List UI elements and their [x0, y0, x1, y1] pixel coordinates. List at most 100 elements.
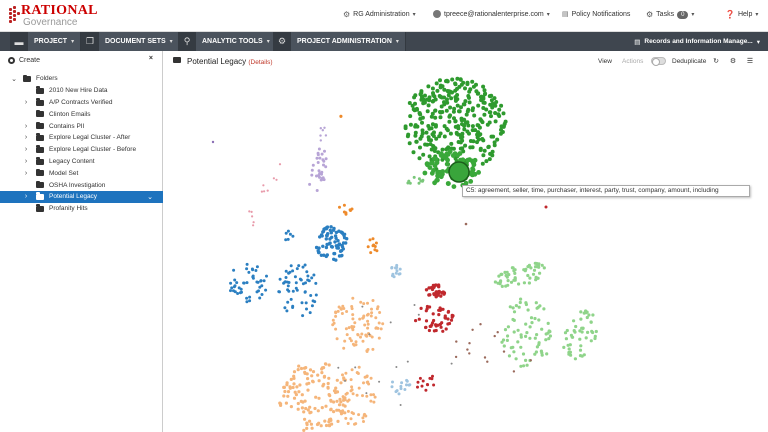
cluster-point[interactable] [332, 410, 336, 414]
cluster-point[interactable] [533, 336, 537, 340]
cluster-point[interactable] [346, 422, 350, 425]
cluster-point[interactable] [506, 283, 510, 287]
cluster-point[interactable] [523, 269, 527, 273]
cluster-point[interactable] [448, 105, 453, 110]
cluster-point[interactable] [500, 284, 504, 288]
cluster-point[interactable] [408, 114, 413, 119]
cluster-point[interactable] [391, 380, 394, 384]
expand-chevron-icon[interactable]: › [22, 134, 30, 141]
cluster-point[interactable] [482, 148, 487, 153]
cluster-point[interactable] [417, 317, 421, 321]
tree-item[interactable]: Profanity Hits [0, 203, 163, 215]
cluster-point[interactable] [440, 147, 445, 152]
cluster-point[interactable] [342, 236, 347, 240]
cluster-point[interactable] [413, 93, 418, 98]
cluster-point[interactable] [295, 267, 299, 271]
cluster-point[interactable] [428, 324, 432, 328]
create-gear-icon[interactable] [8, 56, 15, 64]
cluster-point[interactable] [426, 124, 431, 128]
cluster-point[interactable] [499, 124, 504, 129]
cluster-point[interactable] [519, 345, 523, 349]
cluster-point[interactable] [522, 281, 526, 285]
cluster-point[interactable] [526, 265, 530, 269]
cluster-point[interactable] [490, 149, 495, 154]
cluster-point[interactable] [308, 405, 312, 409]
view-menu[interactable]: View [598, 58, 612, 65]
cluster-point[interactable] [245, 262, 249, 266]
cluster-point[interactable] [455, 152, 461, 158]
cluster-point[interactable] [511, 317, 515, 322]
cluster-point[interactable] [342, 203, 346, 207]
cluster-point[interactable] [439, 325, 443, 329]
cluster-point[interactable] [342, 346, 346, 350]
cluster-point[interactable] [447, 114, 452, 119]
cluster-point[interactable] [403, 388, 407, 391]
cluster-point[interactable] [252, 221, 255, 224]
cluster-point[interactable] [356, 333, 360, 336]
cluster-point[interactable] [351, 313, 355, 317]
cluster-point[interactable] [427, 165, 433, 170]
cluster-point[interactable] [305, 421, 309, 425]
cluster-point[interactable] [438, 174, 444, 180]
cluster-point[interactable] [250, 210, 253, 213]
cluster-point[interactable] [407, 179, 411, 183]
cluster-point[interactable] [306, 377, 310, 381]
cluster-point[interactable] [362, 302, 366, 306]
cluster-point[interactable] [531, 272, 536, 276]
cluster-point[interactable] [535, 345, 539, 349]
cluster-point[interactable] [580, 330, 584, 334]
cluster-point[interactable] [470, 124, 475, 129]
cluster-point[interactable] [528, 325, 532, 329]
cluster-point[interactable] [314, 281, 318, 285]
cluster-point[interactable] [578, 337, 582, 341]
cluster-point[interactable] [470, 145, 475, 150]
cluster-point[interactable] [279, 403, 283, 407]
cluster-point[interactable] [538, 271, 542, 275]
cluster-point[interactable] [284, 269, 288, 273]
cluster-point[interactable] [322, 382, 326, 386]
cluster-point[interactable] [337, 254, 342, 258]
cluster-point[interactable] [537, 265, 541, 269]
cluster-point[interactable] [318, 156, 322, 160]
cluster-point[interactable] [357, 386, 361, 390]
cluster-point[interactable] [535, 333, 539, 337]
cluster-point[interactable] [229, 289, 232, 293]
cluster-point[interactable] [533, 352, 537, 356]
cluster-point[interactable] [565, 328, 569, 333]
cluster-point[interactable] [242, 281, 246, 285]
cluster-point[interactable] [419, 306, 423, 310]
cluster-point[interactable] [456, 140, 461, 144]
cluster-point[interactable] [459, 116, 464, 121]
cluster-point[interactable] [335, 337, 339, 341]
cluster-point[interactable] [449, 141, 454, 146]
cluster-point[interactable] [442, 292, 446, 296]
cluster-point[interactable] [308, 368, 313, 372]
cluster-point[interactable] [286, 300, 290, 304]
cluster-point[interactable] [260, 190, 263, 193]
cluster-point[interactable] [318, 175, 321, 179]
cluster-point[interactable] [259, 279, 263, 283]
cluster-point[interactable] [591, 330, 595, 335]
cluster-point[interactable] [467, 100, 472, 105]
cluster-point[interactable] [436, 293, 440, 297]
cluster-point[interactable] [399, 404, 402, 406]
cluster-point[interactable] [420, 128, 425, 133]
cluster-point[interactable] [376, 326, 380, 330]
cluster-point[interactable] [309, 294, 313, 297]
cluster-point[interactable] [517, 305, 521, 309]
cluster-point[interactable] [350, 385, 354, 389]
tree-item[interactable]: › Model Set [0, 167, 163, 179]
project-icon[interactable]: ▬ [10, 32, 28, 51]
cluster-point[interactable] [420, 179, 424, 183]
cluster-point[interactable] [298, 383, 302, 387]
cluster-point[interactable] [310, 168, 314, 172]
deduplicate-toggle[interactable] [651, 57, 666, 66]
cluster-point[interactable] [512, 370, 516, 373]
cluster-point[interactable] [496, 331, 499, 334]
cluster-point[interactable] [441, 329, 445, 333]
cluster-point[interactable] [499, 272, 503, 276]
cluster-point[interactable] [339, 381, 343, 385]
expand-chevron-icon[interactable]: › [22, 99, 30, 106]
cluster-point[interactable] [427, 328, 431, 333]
cluster-point[interactable] [471, 328, 474, 331]
